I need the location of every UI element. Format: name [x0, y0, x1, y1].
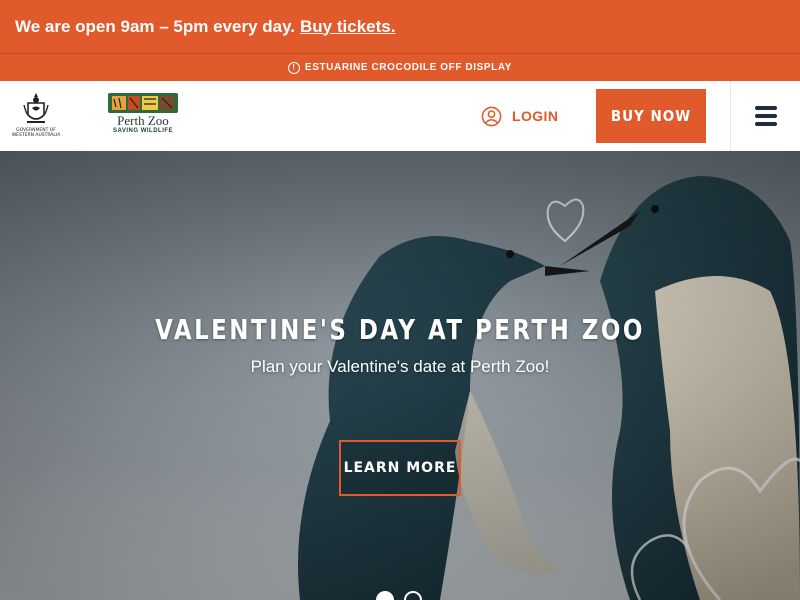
opening-hours-banner: We are open 9am – 5pm every day. Buy tic…	[0, 0, 800, 53]
crest-icon	[23, 93, 49, 123]
alert-text: ESTUARINE CROCODILE OFF DISPLAY	[304, 62, 513, 73]
government-logo[interactable]: GOVERNMENT OF WESTERN AUSTRALIA	[10, 91, 62, 141]
zoo-logo-name: Perth Zoo	[117, 113, 169, 128]
hero-subtitle: Plan your Valentine's date at Perth Zoo!	[250, 357, 550, 376]
login-button[interactable]: LOGIN	[481, 105, 558, 127]
carousel-dot-2[interactable]	[404, 591, 422, 600]
alert-icon: !	[287, 61, 300, 74]
buy-tickets-link[interactable]: Buy tickets.	[300, 17, 395, 37]
buy-now-button[interactable]: BUY NOW	[596, 89, 706, 143]
government-logo-text: GOVERNMENT OF WESTERN AUSTRALIA	[11, 128, 61, 138]
perth-zoo-logo[interactable]: Perth Zoo SAVING WILDLIFE	[108, 93, 178, 139]
opening-hours-text: We are open 9am – 5pm every day.	[15, 16, 296, 36]
carousel-dots	[376, 591, 422, 600]
carousel-dot-1[interactable]	[376, 591, 394, 600]
zoo-logo-artwork	[108, 93, 178, 113]
alert-banner[interactable]: ! ESTUARINE CROCODILE OFF DISPLAY	[0, 53, 800, 81]
hero-title: VALENTINE'S DAY AT PERTH ZOO	[155, 313, 645, 346]
main-nav: GOVERNMENT OF WESTERN AUSTRALIA Perth Zo…	[0, 81, 800, 151]
hamburger-icon	[754, 106, 777, 126]
learn-more-button[interactable]: LEARN MORE	[339, 440, 461, 496]
menu-button[interactable]	[730, 81, 800, 151]
hero-carousel: VALENTINE'S DAY AT PERTH ZOO Plan your V…	[0, 151, 800, 600]
user-icon	[481, 106, 502, 126]
login-label: LOGIN	[512, 108, 559, 124]
zoo-logo-tagline: SAVING WILDLIFE	[112, 128, 174, 134]
